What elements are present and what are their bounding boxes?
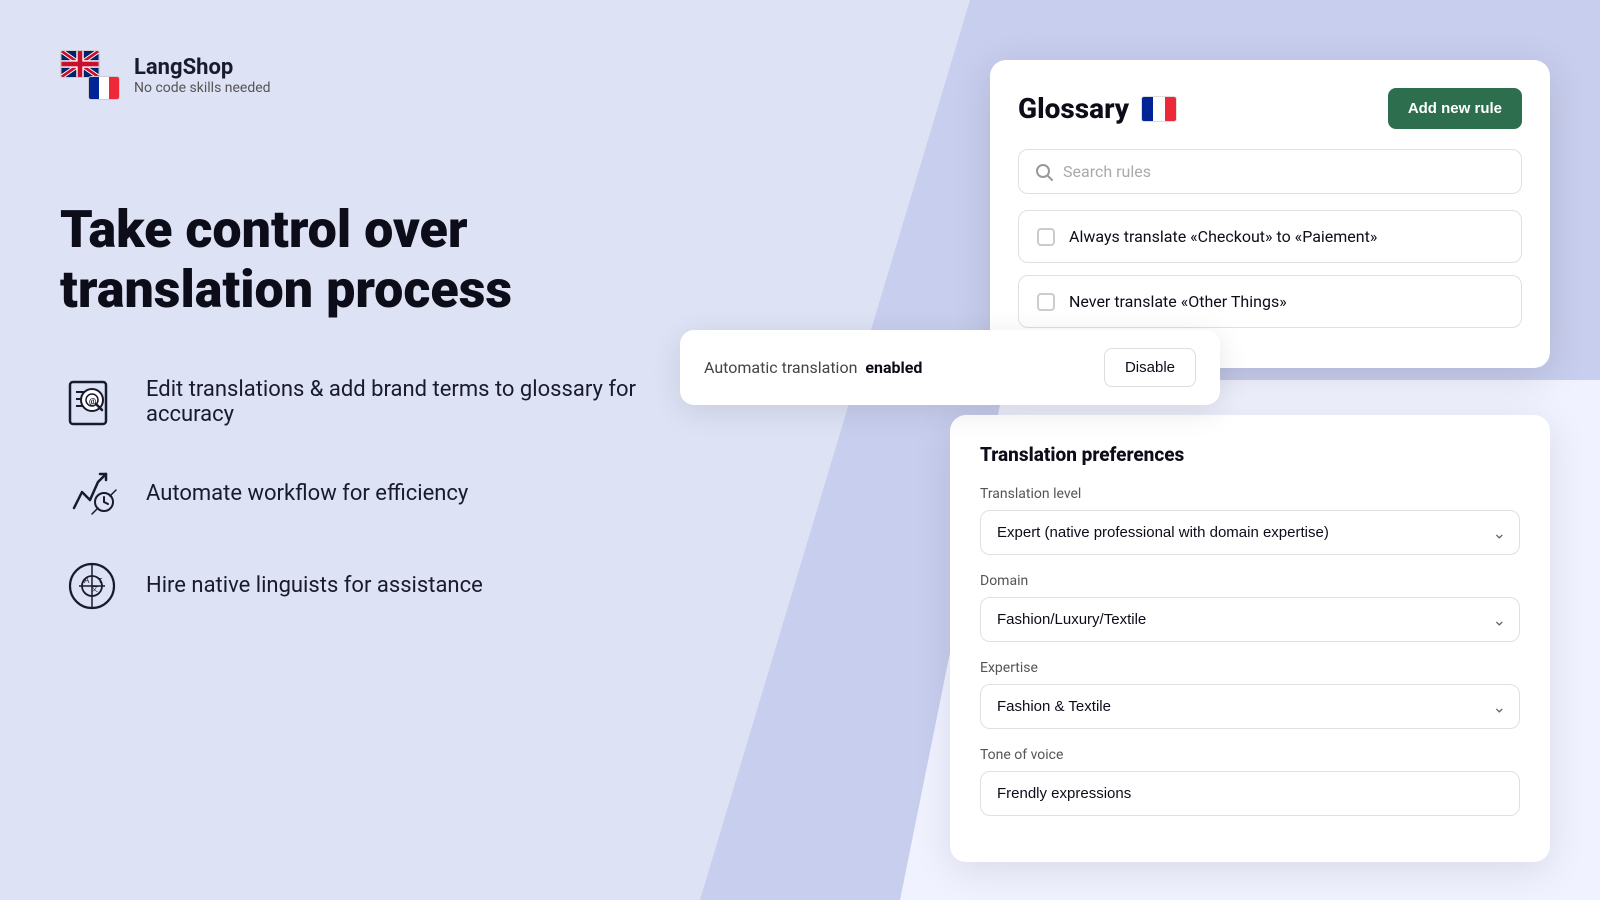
tone-of-voice-label: Tone of voice xyxy=(980,747,1520,763)
uk-flag-icon xyxy=(60,50,100,78)
preferences-card: Translation preferences Translation leve… xyxy=(950,415,1550,862)
rule-text-2: Never translate «Other Things» xyxy=(1069,292,1287,311)
feature-item-linguist: A 文 T Hire native linguists for assistan… xyxy=(60,554,690,618)
auto-translation-status: enabled xyxy=(865,358,922,377)
disable-button[interactable]: Disable xyxy=(1104,348,1196,387)
expertise-label: Expertise xyxy=(980,660,1520,676)
rule-checkbox-2[interactable] xyxy=(1037,293,1055,311)
hero-heading: Take control over translation process xyxy=(60,200,690,320)
glossary-edit-icon: @ xyxy=(60,370,124,434)
svg-text:T: T xyxy=(98,578,103,585)
svg-text:@: @ xyxy=(89,397,96,406)
expertise-select[interactable]: Fashion & TextileLuxury GoodsSportswear xyxy=(980,684,1520,729)
expertise-select-wrapper: Fashion & TextileLuxury GoodsSportswear … xyxy=(980,684,1520,729)
app-tagline: No code skills needed xyxy=(134,80,271,96)
preferences-title: Translation preferences xyxy=(980,443,1520,466)
domain-select[interactable]: Fashion/Luxury/TextileTechnologyMedicalL… xyxy=(980,597,1520,642)
logo-flags xyxy=(60,50,120,100)
glossary-header: Glossary Add new rule xyxy=(1018,88,1522,129)
search-placeholder: Search rules xyxy=(1063,162,1151,181)
translation-level-label: Translation level xyxy=(980,486,1520,502)
translation-level-select[interactable]: Expert (native professional with domain … xyxy=(980,510,1520,555)
feature-item-workflow: Automate workflow for efficiency xyxy=(60,462,690,526)
tone-of-voice-input[interactable] xyxy=(980,771,1520,816)
translation-level-group: Translation level Expert (native profess… xyxy=(980,486,1520,555)
feature-text-glossary: Edit translations & add brand terms to g… xyxy=(146,377,690,427)
logo-text: LangShop No code skills needed xyxy=(134,55,271,96)
glossary-title: Glossary xyxy=(1018,92,1129,125)
workflow-icon xyxy=(60,462,124,526)
auto-translation-label: Automatic translation enabled xyxy=(704,358,922,377)
rule-checkbox-1[interactable] xyxy=(1037,228,1055,246)
domain-select-wrapper: Fashion/Luxury/TextileTechnologyMedicalL… xyxy=(980,597,1520,642)
search-icon xyxy=(1035,163,1053,181)
search-bar[interactable]: Search rules xyxy=(1018,149,1522,194)
translation-level-select-wrapper: Expert (native professional with domain … xyxy=(980,510,1520,555)
linguist-icon: A 文 T xyxy=(60,554,124,618)
rule-text-1: Always translate «Checkout» to «Paiement… xyxy=(1069,227,1377,246)
rule-item-2: Never translate «Other Things» xyxy=(1018,275,1522,328)
glossary-title-area: Glossary xyxy=(1018,92,1177,125)
left-panel: LangShop No code skills needed Take cont… xyxy=(0,0,750,900)
domain-group: Domain Fashion/Luxury/TextileTechnologyM… xyxy=(980,573,1520,642)
domain-label: Domain xyxy=(980,573,1520,589)
feature-item-glossary: @ Edit translations & add brand terms to… xyxy=(60,370,690,434)
features-list: @ Edit translations & add brand terms to… xyxy=(60,370,690,618)
add-new-rule-button[interactable]: Add new rule xyxy=(1388,88,1522,129)
rule-item-1: Always translate «Checkout» to «Paiement… xyxy=(1018,210,1522,263)
app-name: LangShop xyxy=(134,55,271,80)
svg-text:A: A xyxy=(84,576,90,585)
feature-text-linguist: Hire native linguists for assistance xyxy=(146,573,483,598)
feature-text-workflow: Automate workflow for efficiency xyxy=(146,481,468,506)
french-flag-icon xyxy=(1141,96,1177,122)
auto-translation-bar: Automatic translation enabled Disable xyxy=(680,330,1220,405)
expertise-group: Expertise Fashion & TextileLuxury GoodsS… xyxy=(980,660,1520,729)
fr-flag-icon xyxy=(88,76,120,100)
tone-of-voice-group: Tone of voice xyxy=(980,747,1520,816)
logo-area: LangShop No code skills needed xyxy=(60,50,690,100)
glossary-card: Glossary Add new rule Search rules Alway… xyxy=(990,60,1550,368)
